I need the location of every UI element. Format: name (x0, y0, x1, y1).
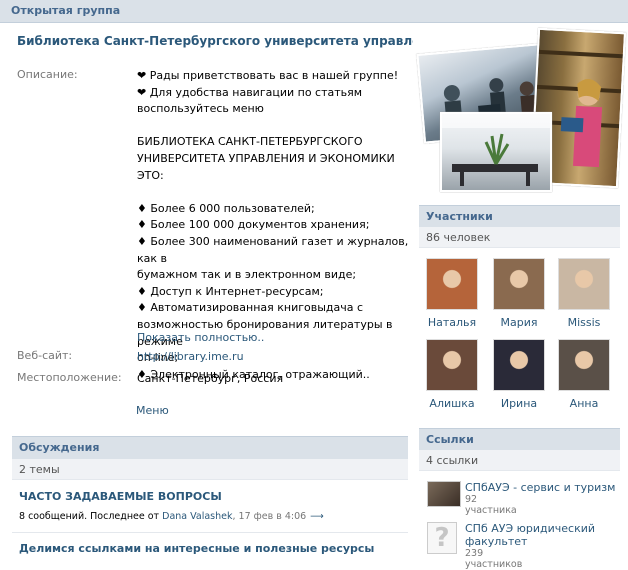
hall-furniture-icon (442, 114, 550, 186)
link-thumb-icon (427, 481, 461, 507)
photo-hall (440, 112, 552, 192)
description-label: Описание: (17, 68, 78, 81)
description-line: бумажном так и в электронном виде; (137, 268, 357, 282)
discussions-title: Обсуждения (19, 441, 100, 454)
description-line: БИБЛИОТЕКА САНКТ-ПЕТЕРБУРГСКОГО (137, 135, 363, 149)
description-line: ♦ Более 100 000 документов хранения; (137, 218, 370, 232)
description-line: ❤ Рады приветствовать вас в нашей группе… (137, 69, 399, 82)
location-label: Местоположение: (17, 371, 122, 384)
members-title: Участники (426, 210, 493, 223)
description-line: ♦ Более 300 наименований газет и журнало… (137, 234, 409, 265)
topic-last-author[interactable]: Dana Valashek (162, 511, 232, 522)
link-sub: 239 участников (465, 548, 523, 570)
show-more-link[interactable]: Показать полностью.. (137, 331, 337, 344)
description-line: ♦ Доступ к Интернет-ресурсам; (137, 284, 324, 298)
member-card[interactable]: Алишка (422, 339, 482, 410)
members-count: 86 человек (426, 231, 491, 244)
member-card[interactable]: Мария (489, 258, 549, 329)
description-line (137, 118, 412, 135)
member-avatar[interactable] (426, 339, 478, 391)
member-name[interactable]: Missis (554, 316, 614, 329)
member-name[interactable]: Алишка (422, 397, 482, 410)
link-title[interactable]: СПбАУЭ - сервис и туризм (465, 481, 625, 494)
member-card[interactable]: Ирина (489, 339, 549, 410)
members-count-bar: 86 человек (419, 227, 620, 248)
discussions-count-bar: 2 темы (12, 459, 408, 480)
link-title[interactable]: СПб АУЭ юридический факультет (465, 522, 625, 548)
topic-divider (12, 532, 408, 533)
question-mark-icon: ? (427, 522, 457, 554)
description-line: УНИВЕРСИТЕТА УПРАВЛЕНИЯ И ЭКОНОМИКИ ЭТО: (137, 151, 395, 182)
member-avatar[interactable] (558, 339, 610, 391)
links-header[interactable]: Ссылки (419, 428, 620, 451)
member-avatar[interactable] (426, 258, 478, 310)
topic-faq-meta: 8 сообщений. Последнее от Dana Valashek,… (19, 511, 324, 522)
description-line (137, 184, 412, 201)
group-title: Библиотека Санкт-Петербургского универси… (17, 34, 413, 48)
topic-links[interactable]: Делимся ссылками на интересные и полезны… (19, 542, 374, 555)
website-label: Веб-сайт: (17, 349, 73, 362)
links-count-bar: 4 ссылки (419, 450, 620, 471)
member-name[interactable]: Наталья (422, 316, 482, 329)
discussions-count: 2 темы (19, 463, 60, 476)
member-card[interactable]: Missis (554, 258, 614, 329)
group-photo[interactable] (416, 27, 627, 194)
links-title: Ссылки (426, 433, 474, 446)
member-name[interactable]: Анна (554, 397, 614, 410)
member-name[interactable]: Ирина (489, 397, 549, 410)
member-avatar[interactable] (493, 339, 545, 391)
links-count: 4 ссылки (426, 454, 479, 467)
menu-link[interactable]: Меню (136, 404, 169, 417)
member-avatar[interactable] (493, 258, 545, 310)
topic-meta-text: 8 сообщений. Последнее от (19, 511, 163, 522)
link-sub: 92 участника (465, 494, 517, 516)
location-value: Санкт-Петербург, Россия (137, 372, 284, 385)
description-line: воспользуйтесь меню (137, 102, 264, 116)
discussions-header[interactable]: Обсуждения (12, 436, 408, 459)
topic-last-date: , 17 фев в 4:06 (232, 511, 307, 522)
description-line: ♦ Более 6 000 пользователей; (137, 201, 315, 215)
go-to-last-post-arrow-icon[interactable]: ⟶ (310, 511, 324, 522)
member-name[interactable]: Мария (489, 316, 549, 329)
member-card[interactable]: Анна (554, 339, 614, 410)
top-bar: Открытая группа (0, 0, 628, 23)
website-link[interactable]: http://library.ime.ru (137, 349, 412, 366)
member-avatar[interactable] (558, 258, 610, 310)
page-type-label: Открытая группа (11, 4, 121, 17)
member-card[interactable]: Наталья (422, 258, 482, 329)
description-line: ❤ Для удобства навигации по статьям (137, 85, 363, 99)
description-line: ♦ Автоматизированная книговыдача с (137, 301, 364, 315)
topic-faq[interactable]: ЧАСТО ЗАДАВАЕМЫЕ ВОПРОСЫ (19, 490, 222, 503)
members-header[interactable]: Участники (419, 205, 620, 228)
